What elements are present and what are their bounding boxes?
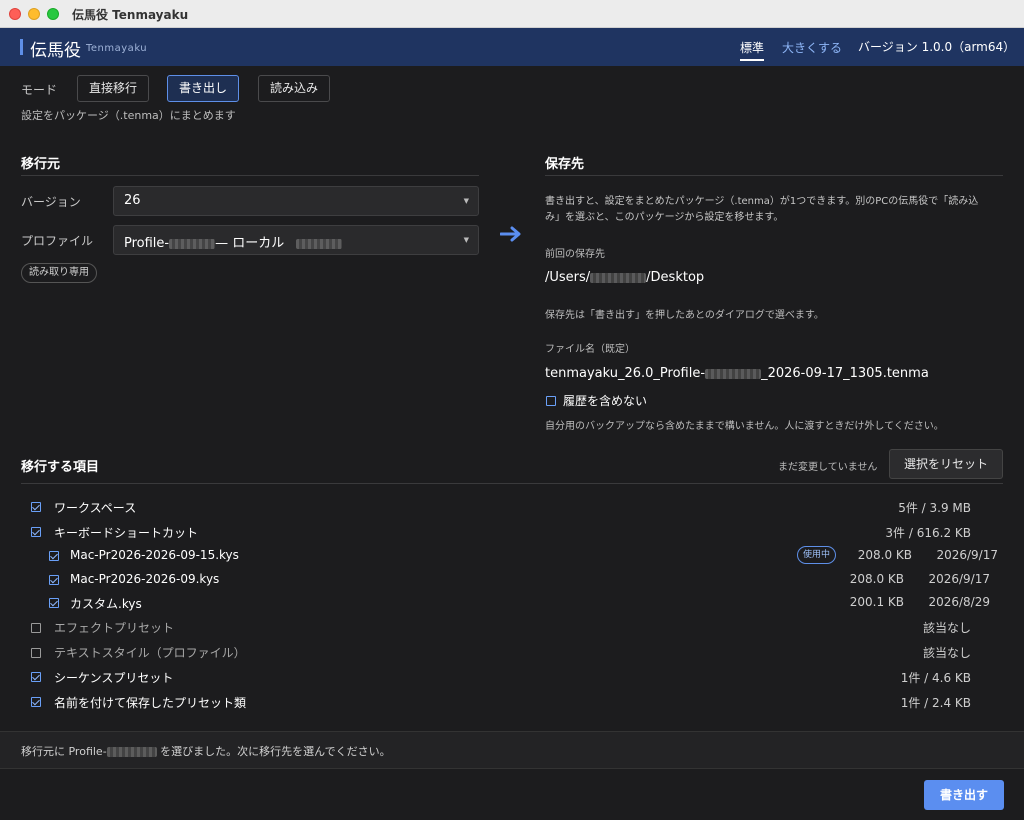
kys-file-3-checkbox[interactable] bbox=[49, 598, 59, 608]
in-use-badge: 使用中 bbox=[797, 546, 837, 564]
dialog-note: 保存先は「書き出す」を押したあとのダイアログで選べます。 bbox=[545, 310, 824, 321]
items-section-title: 移行する項目 bbox=[21, 460, 100, 475]
exclude-history-checkbox[interactable] bbox=[546, 396, 556, 406]
chevron-down-icon: ▼ bbox=[463, 197, 469, 205]
mode-import-button[interactable]: 読み込み bbox=[258, 75, 331, 102]
filename-label: ファイル名（既定） bbox=[545, 344, 635, 355]
redacted-text bbox=[705, 368, 762, 379]
kys-file-1-label[interactable]: Mac-Pr2026-2026-09-15.kys bbox=[70, 548, 239, 562]
app-name: 伝馬役 bbox=[30, 41, 81, 61]
kys-file-1-checkbox[interactable] bbox=[49, 551, 59, 561]
size-large-tab[interactable]: 大きくする bbox=[782, 39, 842, 56]
item-shortcut-label[interactable]: キーボードショートカット bbox=[54, 524, 198, 541]
items-divider bbox=[21, 483, 1003, 484]
kys-file-1-size: 208.0 KB bbox=[857, 548, 912, 562]
kys-file-3-label[interactable]: カスタム.kys bbox=[70, 595, 142, 612]
profile-select-value: Profile- — ローカル bbox=[124, 232, 343, 251]
kys-file-2-size: 208.0 KB bbox=[849, 572, 904, 586]
minimize-window-button[interactable] bbox=[28, 8, 40, 20]
kys-file-2-label[interactable]: Mac-Pr2026-2026-09.kys bbox=[70, 572, 219, 586]
zoom-window-button[interactable] bbox=[47, 8, 59, 20]
status-bar: 移行元に Profile- を選びました。次に移行先を選んでください。 bbox=[0, 731, 1024, 769]
item-workspace-label[interactable]: ワークスペース bbox=[54, 499, 136, 516]
last-destination-label: 前回の保存先 bbox=[545, 249, 605, 260]
item-effect-preset-label[interactable]: エフェクトプリセット bbox=[54, 619, 174, 636]
chevron-down-icon: ▼ bbox=[463, 236, 469, 244]
shortcut-checkbox[interactable] bbox=[31, 527, 41, 537]
source-divider bbox=[21, 175, 479, 176]
text-style-checkbox[interactable] bbox=[31, 648, 41, 658]
sequence-preset-checkbox[interactable] bbox=[31, 672, 41, 682]
destination-divider bbox=[545, 175, 1003, 176]
item-workspace-info: 5件 / 3.9 MB bbox=[898, 501, 971, 515]
kys-file-2-checkbox[interactable] bbox=[49, 575, 59, 585]
last-destination-path: /Users//Desktop bbox=[545, 270, 705, 285]
filename-value: tenmayaku_26.0_Profile- _2026-09-17_1305.… bbox=[545, 366, 929, 381]
mode-export-button[interactable]: 書き出し bbox=[167, 75, 240, 102]
kys-file-3-size: 200.1 KB bbox=[849, 595, 904, 609]
destination-note: 書き出すと、設定をまとめたパッケージ（.tenma）が1つできます。別のPCの伝… bbox=[545, 196, 979, 223]
export-button[interactable]: 書き出す bbox=[924, 780, 1004, 810]
arrow-right-icon bbox=[500, 226, 521, 242]
window-title: 伝馬役 Tenmayaku bbox=[72, 8, 189, 22]
redacted-text bbox=[106, 747, 157, 757]
mode-label: モード bbox=[21, 83, 58, 97]
item-shortcut-info: 3件 / 616.2 KB bbox=[885, 526, 971, 540]
item-sequence-preset-label[interactable]: シーケンスプリセット bbox=[54, 669, 173, 686]
item-sequence-preset-info: 1件 / 4.6 KB bbox=[900, 671, 971, 685]
effect-preset-checkbox[interactable] bbox=[31, 623, 41, 633]
window-titlebar: 伝馬役 Tenmayaku bbox=[0, 0, 1024, 28]
version-field-label: バージョン bbox=[21, 195, 81, 209]
profile-select[interactable]: Profile- — ローカル ▼ bbox=[113, 225, 479, 255]
kys-file-1-date: 2026/9/17 bbox=[936, 548, 998, 562]
close-window-button[interactable] bbox=[9, 8, 21, 20]
exclude-history-label[interactable]: 履歴を含めない bbox=[563, 392, 647, 409]
destination-section-title: 保存先 bbox=[545, 157, 585, 172]
item-text-style-label[interactable]: テキストスタイル（プロファイル） bbox=[54, 644, 246, 661]
size-standard-tab[interactable]: 標準 bbox=[740, 39, 765, 61]
mode-direct-button[interactable]: 直接移行 bbox=[77, 75, 150, 102]
redacted-text bbox=[169, 238, 216, 249]
version-select[interactable]: 26 ▼ bbox=[113, 186, 479, 216]
reset-selection-button[interactable]: 選択をリセット bbox=[889, 449, 1003, 479]
kys-file-3-date: 2026/8/29 bbox=[928, 595, 990, 609]
item-saved-preset-info: 1件 / 2.4 KB bbox=[900, 696, 971, 710]
item-effect-preset-info: 該当なし bbox=[922, 621, 971, 635]
redacted-text bbox=[296, 238, 343, 249]
saved-preset-checkbox[interactable] bbox=[31, 697, 41, 707]
unchanged-label: まだ変更していません bbox=[778, 462, 878, 473]
item-saved-preset-label[interactable]: 名前を付けて保存したプリセット類 bbox=[54, 694, 246, 711]
source-section-title: 移行元 bbox=[21, 157, 61, 172]
status-message: 移行元に Profile- を選びました。次に移行先を選んでください。 bbox=[21, 745, 391, 758]
exclude-history-note: 自分用のバックアップなら含めたままで構いません。人に渡すときだけ外してください。 bbox=[545, 421, 944, 432]
mode-description: 設定をパッケージ（.tenma）にまとめます bbox=[21, 109, 236, 122]
version-label: バージョン 1.0.0（arm64） bbox=[858, 40, 1016, 54]
workspace-checkbox[interactable] bbox=[31, 502, 41, 512]
brand-accent-bar bbox=[20, 39, 23, 55]
version-select-value: 26 bbox=[124, 193, 141, 208]
kys-file-2-date: 2026/9/17 bbox=[928, 572, 990, 586]
profile-field-label: プロファイル bbox=[21, 234, 94, 248]
app-subtitle: Tenmayaku bbox=[86, 43, 148, 54]
item-text-style-info: 該当なし bbox=[922, 646, 971, 660]
app-header: 伝馬役 Tenmayaku 標準 大きくする バージョン 1.0.0（arm64… bbox=[0, 28, 1024, 66]
redacted-text bbox=[590, 272, 647, 283]
readonly-pill: 読み取り専用 bbox=[21, 263, 97, 283]
